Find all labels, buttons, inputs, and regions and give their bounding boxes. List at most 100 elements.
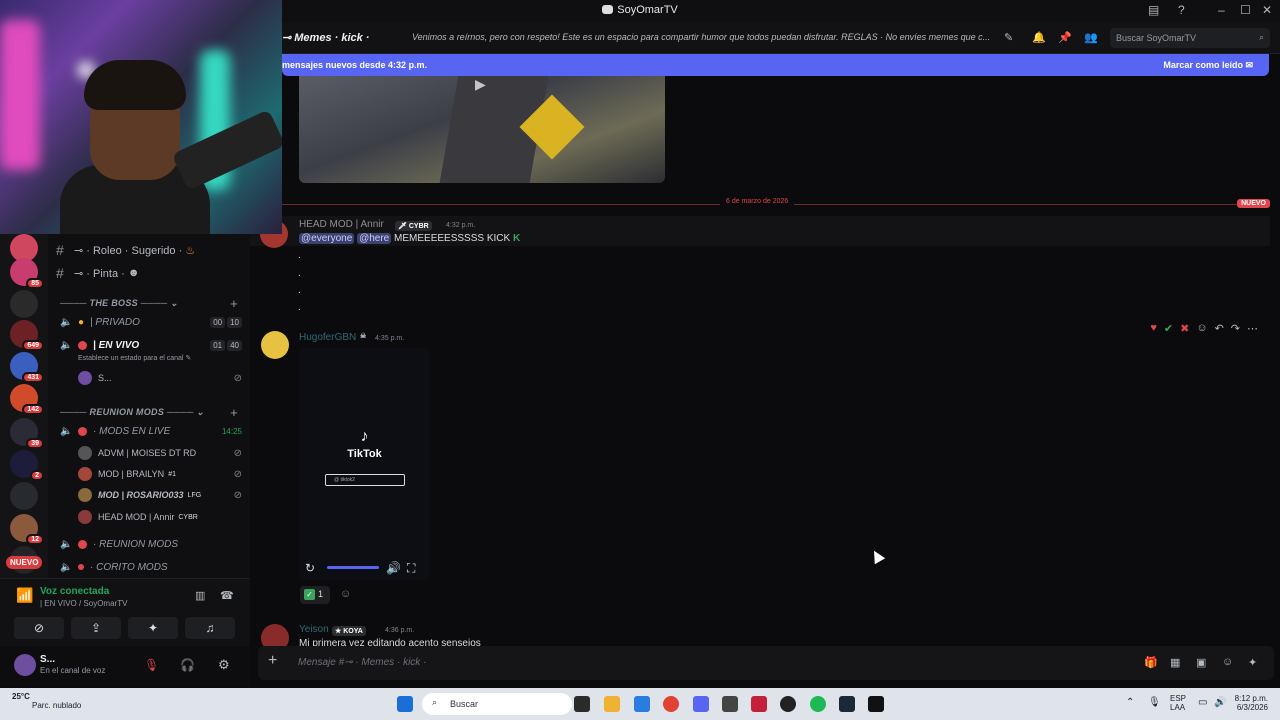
mic-tray-icon[interactable]: 🎙 xyxy=(1148,697,1161,708)
forward-icon[interactable]: ↷ xyxy=(1231,322,1240,335)
volume-slider[interactable] xyxy=(327,566,379,569)
headphones-icon[interactable]: 🎧 xyxy=(180,658,195,672)
message-author[interactable]: HEAD MOD | Annir xyxy=(299,219,384,230)
server-icon[interactable]: 431 xyxy=(10,352,44,383)
server-icon[interactable]: 12 xyxy=(10,514,44,545)
obs-icon[interactable] xyxy=(780,696,796,712)
search-input[interactable]: Buscar SoyOmarTV ⌕ xyxy=(1110,28,1270,48)
apps-icon[interactable]: ✦ xyxy=(1248,656,1257,669)
clock[interactable]: 8:12 p.m. 6/3/2026 xyxy=(1232,694,1268,712)
tiktok-video-embed[interactable]: ♪ TikTok @ tiktok2 ↻ 🔊 ⛶ xyxy=(299,348,430,580)
soundboard-button[interactable]: ♫ xyxy=(185,617,235,639)
settings-gear-icon[interactable]: ⚙ xyxy=(218,657,230,673)
message-list[interactable]: ▶ 6 de marzo de 2026 NUEVO HEAD MOD | An… xyxy=(250,76,1270,646)
voice-channel[interactable]: 🔈 · MODS EN LIVE 14:25 xyxy=(60,421,242,441)
fullscreen-icon[interactable]: ⛶ xyxy=(407,561,415,576)
language-indicator[interactable]: ESP LAA xyxy=(1170,694,1186,712)
server-icon[interactable]: 39 xyxy=(10,418,44,449)
maximize-button[interactable]: ☐ xyxy=(1240,3,1251,17)
message-author[interactable]: HugoferGBN xyxy=(299,332,356,343)
gif-icon[interactable]: ▦ xyxy=(1170,656,1180,669)
voice-status[interactable]: Voz conectada xyxy=(40,586,109,597)
help-icon[interactable]: ? xyxy=(1178,3,1185,17)
x-reaction-icon[interactable]: ✖ xyxy=(1180,322,1189,335)
inbox-icon[interactable]: ▤ xyxy=(1148,3,1159,17)
server-icon[interactable]: 85 xyxy=(10,258,44,289)
reply-icon[interactable]: ↶ xyxy=(1215,322,1224,335)
threads-icon[interactable]: ✎ xyxy=(1004,31,1013,44)
nuevo-pill[interactable]: NUEVO xyxy=(6,556,43,569)
voice-channel[interactable]: 🔈 · REUNION MODS xyxy=(60,534,242,554)
create-channel-icon[interactable]: + xyxy=(230,296,238,311)
discord-icon[interactable] xyxy=(693,696,709,712)
channel-status-hint[interactable]: Establece un estado para el canal ✎ xyxy=(78,354,191,362)
server-icon[interactable] xyxy=(10,482,38,510)
server-icon[interactable]: 142 xyxy=(10,384,44,415)
avatar[interactable] xyxy=(261,331,289,359)
voice-channel-path[interactable]: | EN VIVO / SoyOmarTV xyxy=(40,599,127,608)
avatar[interactable] xyxy=(14,654,36,676)
channel-item[interactable]: # ⊸ · Roleo · Sugerido · ♨ xyxy=(56,240,242,260)
minimize-button[interactable]: – xyxy=(1218,3,1225,17)
task-view-icon[interactable] xyxy=(574,696,590,712)
pin-icon[interactable]: 📌 xyxy=(1058,31,1072,44)
message-author[interactable]: Yeison xyxy=(299,624,329,635)
sticker-icon[interactable]: ▣ xyxy=(1196,656,1206,669)
close-button[interactable]: ✕ xyxy=(1262,3,1272,17)
tray-chevron-icon[interactable]: ⌃ xyxy=(1126,697,1134,708)
screen-share-button[interactable]: ⇪ xyxy=(71,617,121,639)
add-reaction-icon[interactable]: ☺ xyxy=(340,588,351,600)
voice-user[interactable]: MOD | ROSARIO033 LFG ⊘ xyxy=(78,485,242,505)
spotify-icon[interactable] xyxy=(810,696,826,712)
epic-games-icon[interactable] xyxy=(868,696,884,712)
voice-channel[interactable]: 🔈 ● | PRIVADO 00 10 xyxy=(60,312,242,332)
gift-icon[interactable]: 🎁 xyxy=(1144,656,1158,669)
message-composer[interactable]: + Mensaje #⊸ · Memes · kick · 🎁 ▦ ▣ ☺ ✦ xyxy=(258,646,1274,680)
disconnect-icon[interactable]: ☎ xyxy=(220,589,234,602)
category-header[interactable]: ──── REUNION MODS ──── ⌄ + xyxy=(60,405,242,420)
activities-button[interactable]: ✦ xyxy=(128,617,178,639)
volume-icon[interactable]: 🔊 xyxy=(386,561,401,575)
server-icon[interactable] xyxy=(10,290,38,318)
noise-suppression-icon[interactable]: ▥ xyxy=(195,589,205,602)
app-icon[interactable] xyxy=(722,696,738,712)
taskbar-search[interactable]: ⌕ Buscar xyxy=(422,693,572,715)
mic-muted-icon[interactable]: 🎙 xyxy=(144,658,159,672)
emoji-icon[interactable]: ☺ xyxy=(1222,656,1233,668)
check-reaction-icon[interactable]: ✔ xyxy=(1164,322,1173,335)
heart-reaction-icon[interactable]: ♥ xyxy=(1150,322,1157,335)
channel-topic[interactable]: Venimos a reírnos, pero con respeto! Est… xyxy=(412,32,992,42)
server-icon[interactable]: 649 xyxy=(10,320,44,351)
voice-user[interactable]: S... ⊘ xyxy=(78,368,242,388)
file-explorer-icon[interactable] xyxy=(604,696,620,712)
weather-widget[interactable]: 25°C Parc. nublado xyxy=(12,692,81,710)
play-icon[interactable]: ▶ xyxy=(475,76,486,93)
steam-icon[interactable] xyxy=(839,696,855,712)
video-embed[interactable]: ▶ xyxy=(299,76,665,183)
new-messages-bar[interactable]: mensajes nuevos desde 4:32 p.m. Marcar c… xyxy=(282,54,1269,76)
replay-icon[interactable]: ↻ xyxy=(305,561,315,575)
voice-channel[interactable]: 🔈 · CORITO MODS xyxy=(60,557,242,577)
category-header[interactable]: ──── THE BOSS ──── ⌄ + xyxy=(60,296,242,311)
volume-tray-icon[interactable]: 🔊 xyxy=(1214,697,1226,708)
mark-as-read-button[interactable]: Marcar como leído ✉ xyxy=(1163,60,1253,71)
members-icon[interactable]: 👥 xyxy=(1084,31,1098,44)
reaction-check[interactable]: ✓ 1 xyxy=(300,586,330,604)
create-channel-icon[interactable]: + xyxy=(230,405,238,420)
chrome-icon[interactable] xyxy=(663,696,679,712)
network-icon[interactable]: ▭ xyxy=(1198,697,1207,708)
server-icon[interactable]: 2 xyxy=(10,450,44,481)
attach-plus-icon[interactable]: + xyxy=(268,652,277,670)
voice-user[interactable]: HEAD MOD | Annir CYBR xyxy=(78,507,242,527)
store-icon[interactable] xyxy=(634,696,650,712)
bell-icon[interactable]: 🔔 xyxy=(1032,31,1046,44)
avatar[interactable] xyxy=(261,624,289,646)
channel-item[interactable]: # ⊸ · Pinta · ☻ xyxy=(56,263,242,283)
voice-user[interactable]: ADVM | MOISES DT RD ⊘ xyxy=(78,443,242,463)
adobe-icon[interactable] xyxy=(751,696,767,712)
camera-button[interactable]: ⊘ xyxy=(14,617,64,639)
mention-everyone[interactable]: @everyone xyxy=(299,233,355,244)
windows-start-icon[interactable] xyxy=(397,696,413,712)
more-icon[interactable]: ⋯ xyxy=(1247,322,1258,335)
voice-user[interactable]: MOD | BRAILYN #1 ⊘ xyxy=(78,464,242,484)
